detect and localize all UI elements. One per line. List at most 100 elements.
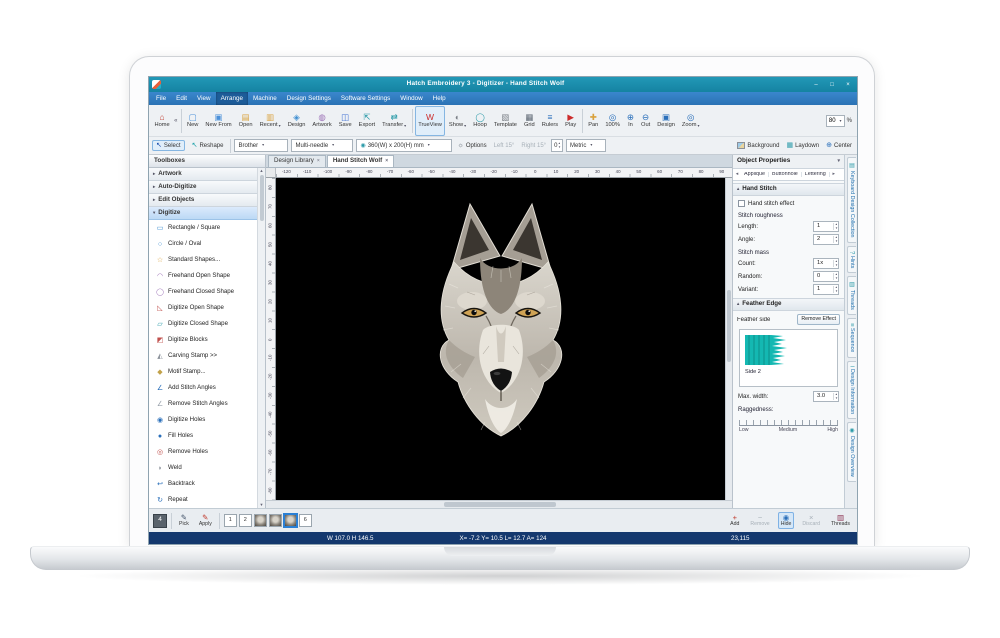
remove-color-button[interactable]: − Remove bbox=[747, 512, 772, 529]
spinner-arrows-icon[interactable]: ▴▾ bbox=[833, 286, 838, 293]
reshape-tool-button[interactable]: ↖ Reshape bbox=[188, 140, 228, 151]
minimize-button[interactable]: – bbox=[810, 79, 822, 90]
ribbon-button[interactable]: ▤ Open▾ bbox=[235, 106, 256, 136]
ribbon-button[interactable]: ◈ Design▾ bbox=[284, 106, 309, 136]
maximize-button[interactable]: □ bbox=[826, 79, 838, 90]
color-chip[interactable] bbox=[284, 514, 297, 527]
slider-track[interactable] bbox=[739, 417, 838, 426]
toolbox-tool[interactable]: ◉ Digitize Holes bbox=[149, 412, 257, 428]
wolf-embroidery-design[interactable] bbox=[401, 196, 601, 448]
menu-item[interactable]: Software Settings bbox=[336, 92, 395, 105]
scroll-down-icon[interactable]: ▼ bbox=[260, 503, 264, 507]
max-width-input[interactable]: 3.0 ▴▾ bbox=[813, 391, 839, 402]
pick-color-button[interactable]: ✎ Pick bbox=[176, 512, 192, 529]
hand-stitch-effect-checkbox[interactable] bbox=[738, 200, 745, 207]
spinner-arrows-icon[interactable]: ▴▾ bbox=[558, 142, 560, 149]
side-panel-tab[interactable]: i Design Information bbox=[847, 361, 856, 420]
hoop-select[interactable]: ◉ 360(W) x 200(H) mm▾ bbox=[356, 139, 452, 152]
spinner-arrows-icon[interactable]: ▴▾ bbox=[833, 260, 838, 267]
ribbon-button[interactable]: ▧ Template▾ bbox=[490, 106, 520, 136]
ribbon-collapse-button[interactable]: « bbox=[174, 118, 177, 124]
menu-item[interactable]: Arrange bbox=[216, 92, 248, 105]
toolbox-tool[interactable]: ◗ Weld bbox=[149, 460, 257, 476]
toolbox-tool[interactable]: ▱ Digitize Closed Shape bbox=[149, 316, 257, 332]
rotate-left-button[interactable]: Left 15° bbox=[492, 142, 517, 150]
menu-item[interactable]: Design Settings bbox=[282, 92, 336, 105]
tab-scroll-right-icon[interactable]: ▸ bbox=[830, 172, 838, 177]
options-button[interactable]: ☼ Options bbox=[455, 141, 488, 150]
needle-select[interactable]: Multi-needle▾ bbox=[291, 139, 353, 152]
select-tool-button[interactable]: ↖ Select bbox=[152, 140, 185, 151]
side-panel-tab[interactable]: ? Hints bbox=[847, 246, 856, 274]
toolbox-scrollbar[interactable]: ▲ ▼ bbox=[257, 168, 265, 508]
ribbon-button[interactable]: ▦ Grid▾ bbox=[520, 106, 538, 136]
center-button[interactable]: ⊕ Center bbox=[824, 141, 854, 150]
tab-scroll-left-icon[interactable]: ◂ bbox=[733, 172, 741, 177]
rotate-right-button[interactable]: Right 15° bbox=[519, 142, 548, 150]
ribbon-button[interactable]: ⇱ Export▾ bbox=[355, 106, 378, 136]
spinner-arrows-icon[interactable]: ▴▾ bbox=[833, 236, 838, 243]
spinner-arrows-icon[interactable]: ▴▾ bbox=[833, 393, 838, 400]
ribbon-button[interactable]: ≡ Rulers▾ bbox=[538, 106, 561, 136]
ribbon-button[interactable]: ◫ Save▾ bbox=[335, 106, 355, 136]
toolbox-tool[interactable]: ◆ Motif Stamp... bbox=[149, 364, 257, 380]
machine-select[interactable]: Brother▾ bbox=[234, 139, 288, 152]
menu-item[interactable]: Window bbox=[395, 92, 427, 105]
toolbox-tool[interactable]: ◩ Digitize Blocks bbox=[149, 332, 257, 348]
toolbox-section[interactable]: ▸ Edit Objects bbox=[149, 194, 257, 207]
side-panel-tab[interactable]: ▥ Threads bbox=[847, 276, 856, 315]
menu-item[interactable]: File bbox=[151, 92, 171, 105]
scroll-up-icon[interactable]: ▲ bbox=[260, 169, 264, 173]
side-panel-tab[interactable]: ▤ Keyboard Design Collection bbox=[847, 157, 856, 243]
design-canvas[interactable] bbox=[276, 178, 725, 500]
feather-preview-box[interactable]: Side 2 bbox=[739, 329, 838, 387]
tab-applique[interactable]: Appliqué bbox=[741, 172, 769, 177]
ribbon-button[interactable]: ▶ Play▾ bbox=[562, 106, 580, 136]
background-button[interactable]: Background bbox=[735, 141, 781, 150]
ribbon-button[interactable]: ◯ Hoop▾ bbox=[470, 106, 491, 136]
ribbon-button[interactable]: ▥ Recent▾ bbox=[256, 106, 284, 136]
toolbox-tool[interactable]: ∠ Add Stitch Angles bbox=[149, 380, 257, 396]
hide-button[interactable]: ◉ Hide bbox=[778, 512, 795, 529]
canvas-horizontal-scrollbar[interactable] bbox=[266, 500, 732, 508]
menu-item[interactable]: Machine bbox=[248, 92, 282, 105]
toolbox-tool[interactable]: ◭ Carving Stamp >> bbox=[149, 348, 257, 364]
tab-close-icon[interactable]: × bbox=[317, 159, 320, 164]
toolbox-tool[interactable]: ◎ Remove Holes bbox=[149, 444, 257, 460]
scrollbar-thumb[interactable] bbox=[444, 502, 556, 507]
count-input[interactable]: 1x ▴▾ bbox=[813, 258, 839, 269]
toolbox-tool[interactable]: ○ Circle / Oval bbox=[149, 236, 257, 252]
toolbox-section[interactable]: ▸ Auto-Digitize bbox=[149, 181, 257, 194]
raggedness-slider[interactable] bbox=[733, 414, 844, 426]
menu-item[interactable]: Help bbox=[428, 92, 451, 105]
toolbox-tool[interactable]: ↩ Backtrack bbox=[149, 476, 257, 492]
toolbox-section-digitize[interactable]: ▾ Digitize bbox=[149, 207, 257, 220]
rotate-angle-input[interactable]: 0 ▴▾ bbox=[551, 139, 563, 152]
ribbon-button[interactable]: W TrueView▾ bbox=[415, 106, 446, 136]
add-color-button[interactable]: + Add bbox=[727, 512, 742, 529]
ribbon-button[interactable]: ◎ Zoom▾ bbox=[678, 106, 703, 136]
remove-effect-button[interactable]: Remove Effect bbox=[797, 314, 840, 325]
spinner-arrows-icon[interactable]: ▴▾ bbox=[833, 223, 838, 230]
zoom-level-spinner[interactable]: 80 ▾ bbox=[826, 115, 845, 127]
color-chip[interactable]: 2 bbox=[239, 514, 252, 527]
document-tab[interactable]: Hand Stitch Wolf × bbox=[327, 155, 394, 167]
toolbox-section[interactable]: ▸ Artwork bbox=[149, 168, 257, 181]
ribbon-button[interactable]: ▣ Design▾ bbox=[654, 106, 679, 136]
ribbon-button[interactable]: ▣ New From▾ bbox=[202, 106, 235, 136]
home-button[interactable]: ⌂ Home bbox=[151, 106, 173, 136]
ribbon-button[interactable]: ◍ Artwork▾ bbox=[309, 106, 335, 136]
canvas-vertical-scrollbar[interactable] bbox=[725, 178, 732, 500]
spinner-arrows-icon[interactable]: ▴▾ bbox=[833, 273, 838, 280]
toolbox-tool[interactable]: ∠ Remove Stitch Angles bbox=[149, 396, 257, 412]
discard-button[interactable]: × Discard bbox=[799, 512, 823, 529]
scrollbar-thumb[interactable] bbox=[260, 175, 264, 221]
ribbon-button[interactable]: ⊕ In▾ bbox=[623, 106, 637, 136]
color-chip[interactable] bbox=[254, 514, 267, 527]
threads-button[interactable]: ▥ Threads bbox=[828, 512, 853, 529]
length-input[interactable]: 1 ▴▾ bbox=[813, 221, 839, 232]
toolbox-tool[interactable]: ● Fill Holes bbox=[149, 428, 257, 444]
units-select[interactable]: Metric▾ bbox=[566, 139, 606, 152]
hand-stitch-section-header[interactable]: ▴ Hand Stitch bbox=[733, 183, 844, 196]
feather-edge-section-header[interactable]: ▴ Feather Edge bbox=[733, 298, 844, 311]
